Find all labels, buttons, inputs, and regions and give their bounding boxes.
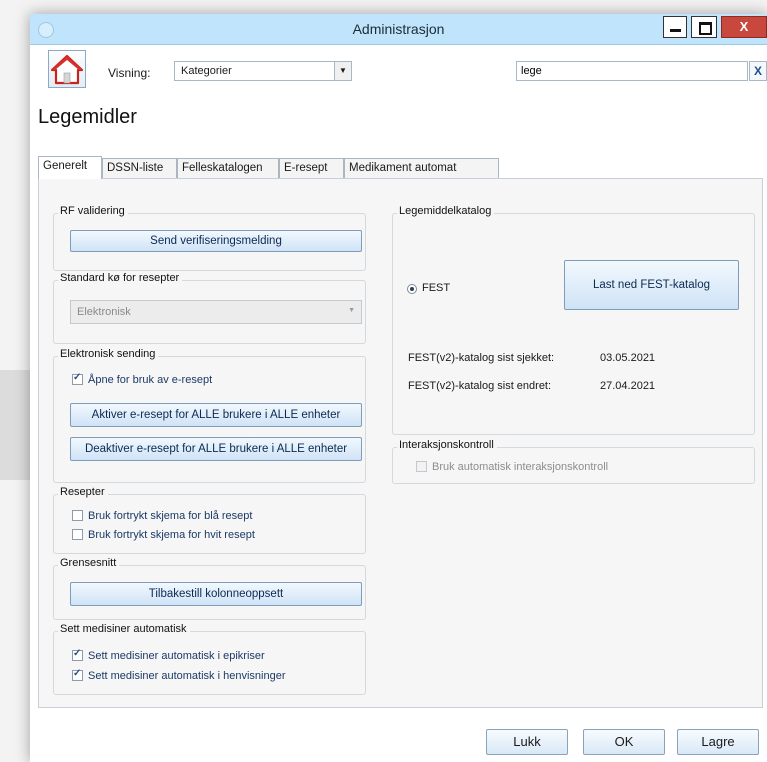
enable-e-resept-label: Åpne for bruk av e-resept (88, 374, 213, 386)
henvisninger-checkbox[interactable]: Sett medisiner automatisk i henvisninger (72, 668, 286, 682)
home-icon (50, 54, 84, 85)
auto-interaction-label: Bruk automatisk interaksjonskontroll (432, 461, 609, 473)
visning-value: Kategorier (181, 65, 232, 77)
chevron-down-icon[interactable]: ▼ (334, 62, 351, 80)
tab-e-resept[interactable]: E-resept (279, 158, 344, 178)
minimize-icon (670, 29, 681, 32)
queue-select: Elektronisk ▼ (70, 300, 362, 324)
tab-generelt[interactable]: Generelt (38, 156, 102, 179)
drug-catalog-title: Legemiddelkatalog (397, 205, 495, 217)
henvisninger-label: Sett medisiner automatisk i henvisninger (88, 670, 286, 682)
checkbox-icon[interactable] (72, 529, 83, 540)
rf-validering-title: RF validering (58, 205, 128, 217)
ok-button[interactable]: OK (583, 729, 665, 755)
standard-queue-title: Standard kø for resepter (58, 272, 183, 284)
tab-felleskatalogen[interactable]: Felleskatalogen (177, 158, 279, 178)
checkbox-checked-icon[interactable] (72, 372, 83, 385)
fest-checked-date: 03.05.2021 (600, 352, 656, 364)
search-input[interactable] (516, 61, 748, 81)
minimize-button[interactable] (663, 16, 687, 38)
maximize-button[interactable] (691, 16, 717, 38)
close-button[interactable]: Lukk (486, 729, 568, 755)
activate-e-resept-button[interactable]: Aktiver e-resept for ALLE brukere i ALLE… (70, 403, 362, 427)
deactivate-e-resept-button[interactable]: Deaktiver e-resept for ALLE brukere i AL… (70, 437, 362, 461)
visning-label: Visning: (108, 66, 151, 80)
tab-panel-generelt: RF validering Send verifiseringsmelding … (38, 178, 763, 708)
fest-changed-date: 27.04.2021 (600, 380, 656, 392)
blue-prescription-label: Bruk fortrykt skjema for blå resept (88, 510, 253, 522)
white-prescription-checkbox[interactable]: Bruk fortrykt skjema for hvit resept (72, 529, 255, 541)
resepter-group: Resepter Bruk fortrykt skjema for blå re… (53, 486, 366, 554)
close-window-button[interactable]: X (721, 16, 767, 38)
fest-checked-label: FEST(v2)-katalog sist sjekket: (408, 352, 555, 364)
standard-queue-group: Standard kø for resepter Elektronisk ▼ (53, 272, 366, 344)
download-fest-button[interactable]: Last ned FEST-katalog (564, 260, 739, 310)
tab-medikament-automat[interactable]: Medikament automat (344, 158, 499, 178)
blue-prescription-checkbox[interactable]: Bruk fortrykt skjema for blå resept (72, 510, 252, 522)
fest-radio-label[interactable]: FEST (422, 282, 450, 294)
clear-search-button[interactable]: X (749, 61, 767, 81)
fest-radio[interactable] (407, 284, 417, 294)
auto-medicine-title: Sett medisiner automatisk (58, 623, 190, 635)
reset-columns-button[interactable]: Tilbakestill kolonneoppsett (70, 582, 362, 606)
epikriser-label: Sett medisiner automatisk i epikriser (88, 650, 265, 662)
drug-catalog-group: Legemiddelkatalog FEST Last ned FEST-kat… (392, 205, 755, 435)
checkbox-checked-icon[interactable] (72, 648, 83, 661)
save-button[interactable]: Lagre (677, 729, 759, 755)
enable-e-resept-checkbox[interactable]: Åpne for bruk av e-resept (72, 372, 213, 386)
home-button[interactable] (48, 50, 86, 88)
white-prescription-label: Bruk fortrykt skjema for hvit resept (88, 529, 255, 541)
tab-dssn-liste[interactable]: DSSN-liste (102, 158, 177, 178)
title-bar[interactable]: Administrasjon X (30, 14, 767, 45)
auto-medicine-group: Sett medisiner automatisk Sett medisiner… (53, 623, 366, 695)
checkbox-icon[interactable] (72, 510, 83, 521)
toolbar: Visning: Kategorier ▼ X (38, 46, 767, 88)
electronic-sending-group: Elektronisk sending Åpne for bruk av e-r… (53, 348, 366, 483)
rf-validering-group: RF validering Send verifiseringsmelding (53, 205, 366, 271)
resepter-title: Resepter (58, 486, 108, 498)
admin-window: Administrasjon X Visning: Kategorier ▼ X… (30, 14, 767, 762)
grensesnitt-group: Grensesnitt Tilbakestill kolonneoppsett (53, 557, 366, 620)
electronic-sending-title: Elektronisk sending (58, 348, 159, 360)
fest-changed-label: FEST(v2)-katalog sist endret: (408, 380, 552, 392)
queue-value: Elektronisk (77, 306, 131, 318)
send-verification-button[interactable]: Send verifiseringsmelding (70, 230, 362, 252)
grensesnitt-title: Grensesnitt (58, 557, 120, 569)
maximize-icon (699, 22, 712, 35)
visning-select[interactable]: Kategorier ▼ (174, 61, 352, 81)
interaction-control-title: Interaksjonskontroll (397, 439, 497, 451)
auto-interaction-checkbox: Bruk automatisk interaksjonskontroll (416, 461, 608, 473)
epikriser-checkbox[interactable]: Sett medisiner automatisk i epikriser (72, 648, 265, 662)
window-title: Administrasjon (352, 21, 445, 37)
interaction-control-group: Interaksjonskontroll Bruk automatisk int… (392, 439, 755, 484)
chevron-down-icon: ▼ (348, 307, 355, 314)
checkbox-checked-icon[interactable] (72, 668, 83, 681)
checkbox-icon (416, 461, 427, 472)
page-title: Legemidler (38, 106, 137, 128)
